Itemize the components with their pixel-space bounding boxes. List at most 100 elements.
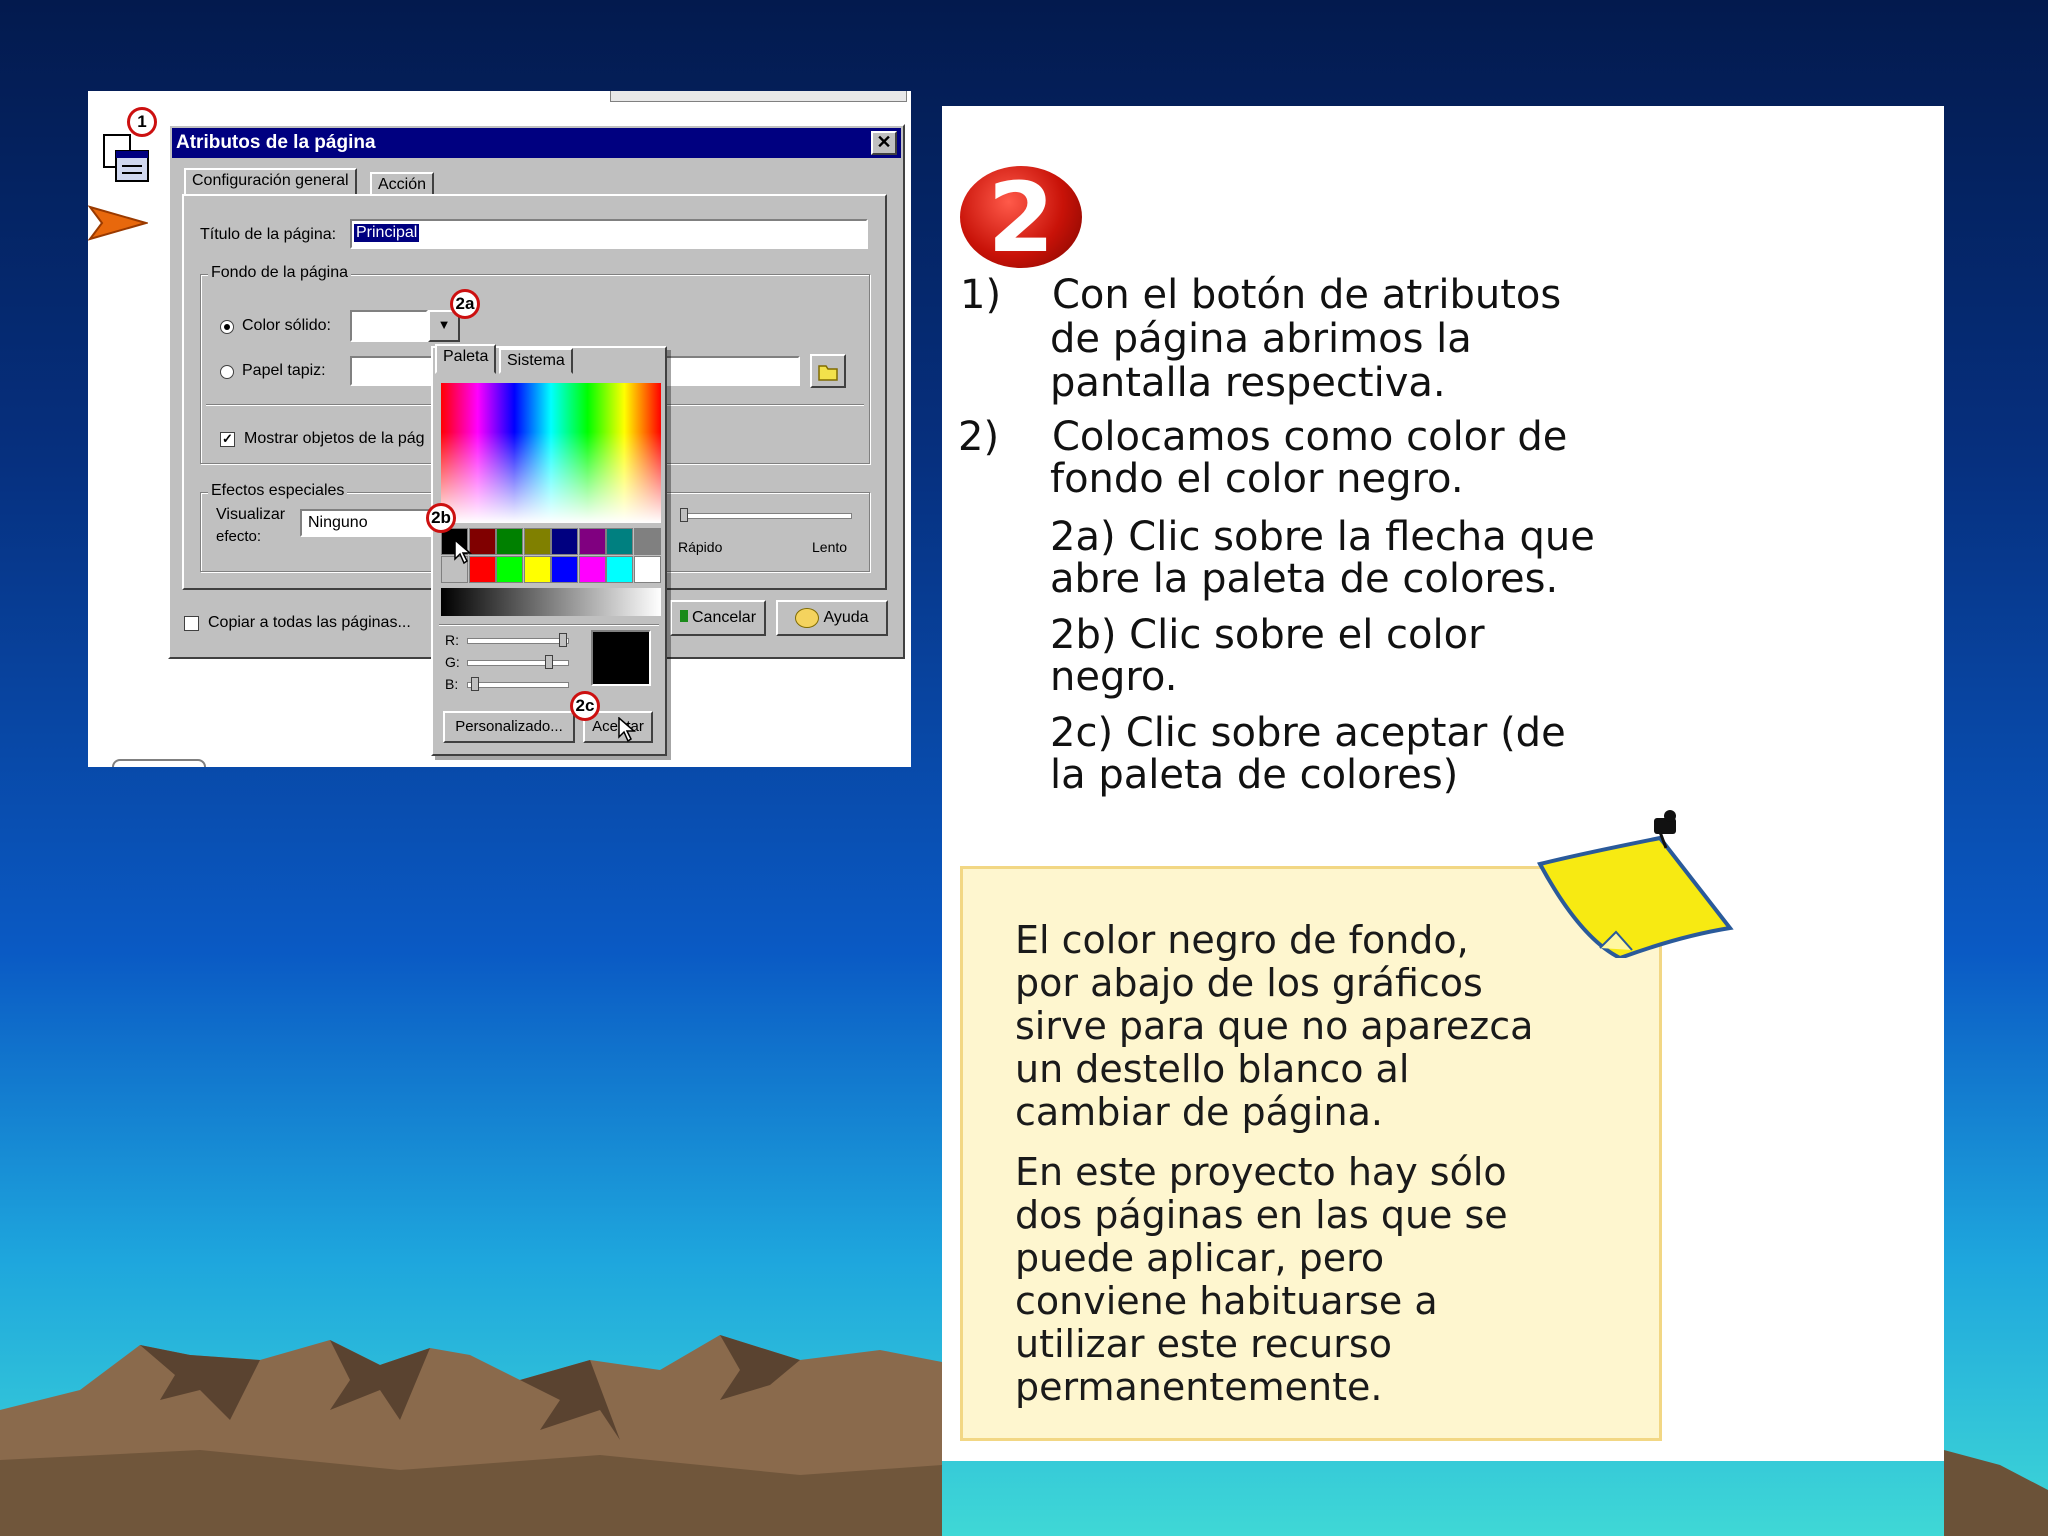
wallpaper-radio[interactable]	[220, 365, 234, 379]
step-2b-line-2: negro.	[1050, 654, 1178, 700]
color-swatch[interactable]	[496, 556, 523, 583]
speed-slow-label: Lento	[812, 539, 848, 555]
cancel-icon	[679, 610, 688, 622]
step-2a-line-2: abre la paleta de colores.	[1050, 556, 1559, 602]
color-swatch[interactable]	[633, 556, 661, 583]
visualize-label: Visualizar	[216, 506, 286, 523]
color-swatch[interactable]	[523, 528, 551, 555]
g-slider-knob[interactable]	[545, 655, 553, 669]
help-label: Ayuda	[823, 609, 869, 626]
mouse-cursor-icon	[618, 717, 636, 743]
close-button[interactable]: ✕	[871, 131, 897, 155]
note-line: conviene habituarse a	[1015, 1279, 1438, 1323]
step-1-number: 1)	[960, 272, 1002, 318]
note-line: utilizar este recurso	[1015, 1322, 1392, 1366]
color-swatch[interactable]	[551, 556, 578, 583]
tab-action[interactable]: Acción	[370, 172, 435, 196]
tab-system[interactable]: Sistema	[499, 348, 573, 374]
mouse-cursor-icon	[454, 539, 472, 565]
step-2c-badge: 2c	[570, 691, 600, 721]
step-number: 2	[987, 162, 1055, 274]
g-slider[interactable]	[467, 660, 569, 666]
note-paragraph-2: En este proyecto hay sólo dos páginas en …	[1015, 1151, 1508, 1409]
pointer-arrow-icon	[88, 205, 148, 241]
color-swatch[interactable]	[551, 528, 578, 555]
color-swatch[interactable]	[468, 528, 496, 555]
step-2-line-2: fondo el color negro.	[1050, 456, 1464, 502]
step-1-badge: 1	[127, 107, 157, 137]
step-2b-line-1: 2b) Clic sobre el color	[1050, 612, 1485, 658]
step-1-line-3: pantalla respectiva.	[1050, 360, 1446, 406]
note-line: En este proyecto hay sólo	[1015, 1150, 1507, 1194]
note-line: sirve para que no aparezca	[1015, 1004, 1534, 1048]
note-paragraph-1: El color negro de fondo, por abajo de los…	[1015, 919, 1533, 1134]
color-spectrum[interactable]	[441, 383, 661, 523]
cancel-label: Cancelar	[691, 609, 757, 626]
show-objects-label: Mostrar objetos de la pág	[244, 430, 425, 447]
dialog-title: Atributos de la página	[176, 132, 376, 153]
r-label: R:	[445, 632, 459, 648]
palette-divider	[439, 624, 659, 625]
tab-palette[interactable]: Paleta	[435, 344, 497, 374]
page-title-label: Título de la página:	[200, 226, 337, 243]
page-attributes-icon[interactable]	[98, 131, 154, 187]
note-line: cambiar de página.	[1015, 1090, 1383, 1134]
color-swatch[interactable]	[496, 528, 523, 555]
color-swatch[interactable]	[606, 528, 633, 555]
gray-ramp[interactable]	[441, 588, 661, 616]
color-preview	[591, 630, 651, 686]
step-1-line-2: de página abrimos la	[1050, 316, 1472, 362]
note-line: por abajo de los gráficos	[1015, 961, 1483, 1005]
step-2a-line-1: 2a) Clic sobre la flecha que	[1050, 514, 1595, 560]
solid-color-label: Color sólido:	[242, 317, 331, 334]
copy-all-checkbox[interactable]	[184, 616, 199, 631]
color-swatch[interactable]	[578, 556, 606, 583]
custom-button[interactable]: Personalizado...	[443, 711, 575, 743]
step-2a-badge: 2a	[450, 289, 480, 319]
tab-general-settings[interactable]: Configuración general	[184, 168, 357, 196]
b-slider[interactable]	[467, 682, 569, 688]
step-number-badge: 2	[960, 162, 1082, 274]
effect-select-value: Ninguno	[308, 514, 368, 531]
cancel-button[interactable]: Cancelar	[670, 600, 766, 636]
step-1-line-1: Con el botón de atributos	[1052, 272, 1562, 318]
instructions-panel: 2 1) Con el botón de atributos de página…	[942, 106, 1944, 1461]
help-face-icon	[795, 607, 820, 628]
wallpaper-label: Papel tapiz:	[242, 362, 326, 379]
step-2c-line-1: 2c) Clic sobre aceptar (de	[1050, 710, 1566, 756]
basic-color-swatches	[441, 528, 661, 584]
background-group-label: Fondo de la página	[208, 264, 351, 282]
step-2c-line-2: la paleta de colores)	[1050, 752, 1459, 798]
note-line: un destello blanco al	[1015, 1047, 1410, 1091]
speed-fast-label: Rápido	[678, 539, 723, 555]
help-button[interactable]: Ayuda	[776, 600, 888, 636]
page-title-input[interactable]: Principal	[350, 219, 868, 249]
solid-color-radio[interactable]	[220, 320, 234, 334]
color-swatch[interactable]	[468, 556, 496, 583]
step-2-line-1: Colocamos como color de	[1052, 414, 1568, 460]
page-title-value: Principal	[354, 224, 420, 242]
background-window-edge	[112, 759, 206, 767]
speed-slider[interactable]	[680, 513, 852, 519]
r-slider-knob[interactable]	[559, 633, 567, 647]
g-label: G:	[445, 654, 460, 670]
background-window-edge	[610, 91, 907, 102]
solid-color-swatch[interactable]	[350, 310, 428, 342]
browse-folder-icon[interactable]	[810, 354, 846, 388]
dialog-title-bar[interactable]: Atributos de la página ✕	[172, 128, 901, 158]
effects-group-label: Efectos especiales	[208, 482, 348, 500]
b-slider-knob[interactable]	[471, 677, 479, 691]
step-2-number: 2)	[958, 414, 1000, 460]
r-slider[interactable]	[467, 638, 569, 644]
color-swatch[interactable]	[523, 556, 551, 583]
effect-label: efecto:	[216, 528, 262, 545]
note-line: dos páginas en las que se	[1015, 1193, 1508, 1237]
note-line: puede aplicar, pero	[1015, 1236, 1385, 1280]
color-swatch[interactable]	[578, 528, 606, 555]
copy-all-label: Copiar a todas las páginas...	[208, 614, 411, 631]
speed-slider-knob[interactable]	[680, 508, 688, 522]
note-line: El color negro de fondo,	[1015, 918, 1469, 962]
color-swatch[interactable]	[633, 528, 661, 555]
show-objects-checkbox[interactable]: ✓	[220, 432, 235, 447]
color-swatch[interactable]	[606, 556, 633, 583]
